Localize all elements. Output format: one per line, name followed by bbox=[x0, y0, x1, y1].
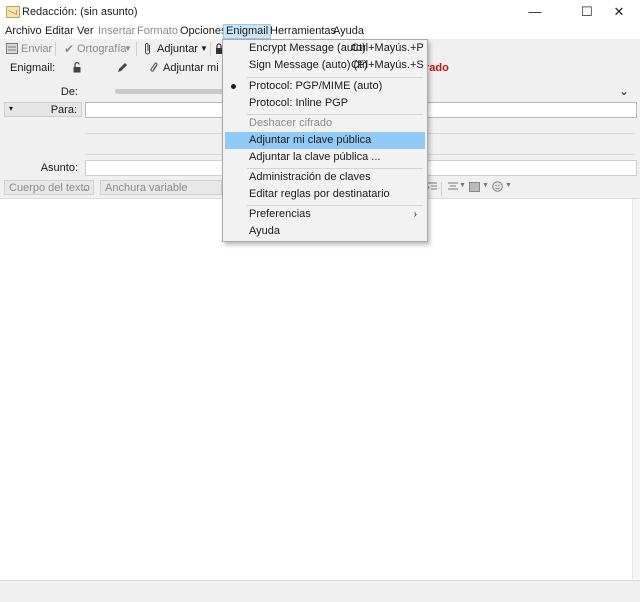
menu-item-label: Administración de claves bbox=[249, 171, 371, 183]
paragraph-style-select[interactable]: Cuerpo del texto ⌄ bbox=[4, 180, 94, 195]
menu-item-label: Protocol: PGP/MIME (auto) bbox=[249, 80, 383, 92]
menu-item-help[interactable]: Ayuda bbox=[223, 223, 427, 240]
menu-item-shortcut: Ctrl+Mayús.+P bbox=[351, 42, 424, 54]
menu-item-label: Ayuda bbox=[249, 225, 280, 237]
align-dropdown-icon[interactable]: ▼ bbox=[459, 182, 466, 189]
compose-app-icon bbox=[6, 6, 20, 18]
enigmail-status: rado bbox=[425, 62, 449, 74]
smiley-icon[interactable] bbox=[492, 181, 503, 192]
menu-item-label: Protocol: Inline PGP bbox=[249, 97, 349, 109]
menu-archivo[interactable]: Archivo bbox=[3, 25, 44, 38]
recipient-type-dropdown[interactable]: ▾ Para: bbox=[4, 102, 82, 117]
toolbar-separator bbox=[55, 42, 56, 56]
format-separator bbox=[441, 182, 442, 196]
font-select[interactable]: Anchura variable bbox=[100, 180, 222, 195]
menu-item-label: Deshacer cifrado bbox=[249, 117, 333, 129]
menu-item-protocol-inline-pgp[interactable]: Protocol: Inline PGP bbox=[223, 95, 427, 112]
message-body-editor[interactable] bbox=[0, 199, 632, 579]
attach-button[interactable]: Adjuntar bbox=[157, 41, 198, 57]
check-icon: ✔ bbox=[64, 42, 75, 56]
menu-item-encrypt-message[interactable]: Encrypt Message (auto) Ctrl+Mayús.+P bbox=[223, 40, 427, 57]
toolbar-separator bbox=[136, 42, 137, 56]
toolbar-separator bbox=[210, 42, 211, 56]
insert-dropdown-icon[interactable]: ▼ bbox=[482, 182, 489, 189]
pencil-icon[interactable] bbox=[117, 62, 128, 73]
menu-item-key-management[interactable]: Administración de claves bbox=[223, 169, 427, 186]
from-address-redacted bbox=[115, 89, 225, 94]
send-icon bbox=[6, 43, 18, 54]
insert-image-icon[interactable] bbox=[469, 182, 480, 192]
align-icon[interactable] bbox=[448, 182, 458, 192]
menu-item-label: Preferencias bbox=[249, 208, 311, 220]
menu-item-attach-public-key[interactable]: Adjuntar la clave pública ... bbox=[223, 149, 427, 166]
menu-item-shortcut: Ctrl+Mayús.+S bbox=[351, 59, 424, 71]
radio-bullet-icon bbox=[231, 84, 236, 89]
spelling-dropdown-icon[interactable]: ▼ bbox=[124, 41, 132, 57]
menu-item-label: Adjuntar mi clave pública bbox=[249, 134, 372, 146]
menu-opciones[interactable]: Opciones bbox=[178, 25, 228, 38]
attach-dropdown-icon[interactable]: ▼ bbox=[200, 41, 208, 57]
menu-enigmail[interactable]: Enigmail bbox=[223, 24, 272, 39]
send-button[interactable]: Enviar bbox=[21, 41, 52, 57]
menu-item-protocol-pgp-mime[interactable]: Protocol: PGP/MIME (auto) bbox=[223, 78, 427, 95]
smiley-dropdown-icon[interactable]: ▼ bbox=[505, 182, 512, 189]
enigmail-label: Enigmail: bbox=[10, 62, 56, 74]
enigmail-dropdown-menu: Encrypt Message (auto) Ctrl+Mayús.+P Sig… bbox=[222, 39, 428, 242]
menu-item-undo-encryption[interactable]: Deshacer cifrado bbox=[223, 115, 427, 132]
menu-item-label: Encrypt Message (auto) bbox=[249, 42, 366, 54]
submenu-arrow-icon: › bbox=[413, 209, 417, 220]
menu-herramientas[interactable]: Herramientas bbox=[268, 25, 338, 38]
menu-item-attach-my-public-key[interactable]: Adjuntar mi clave pública bbox=[225, 132, 425, 149]
chevron-down-icon[interactable]: ⌄ bbox=[619, 84, 629, 98]
paperclip-icon bbox=[150, 62, 160, 74]
menu-formato[interactable]: Formato bbox=[135, 25, 180, 38]
dropdown-arrow-icon: ▾ bbox=[9, 104, 14, 113]
font-value: Anchura variable bbox=[105, 182, 188, 194]
menu-item-label: Editar reglas por destinatario bbox=[249, 188, 390, 200]
subject-label: Asunto: bbox=[40, 162, 78, 174]
unlocked-icon[interactable] bbox=[73, 62, 82, 73]
menu-item-label: Adjuntar la clave pública ... bbox=[249, 151, 381, 163]
from-label: De: bbox=[60, 86, 78, 98]
menu-item-label: Sign Message (auto) (F) bbox=[249, 59, 368, 71]
close-button[interactable]: ✕ bbox=[598, 0, 640, 24]
recipient-type-label: Para: bbox=[50, 104, 77, 116]
indent-icon[interactable] bbox=[427, 182, 437, 192]
title-bar: Redacción: (sin asunto) — ☐ ✕ bbox=[0, 0, 640, 24]
status-bar bbox=[0, 580, 640, 602]
spelling-button[interactable]: Ortografía bbox=[77, 41, 127, 57]
paragraph-style-value: Cuerpo del texto bbox=[9, 182, 90, 194]
menu-item-edit-recipient-rules[interactable]: Editar reglas por destinatario bbox=[223, 186, 427, 203]
menu-ayuda[interactable]: Ayuda bbox=[331, 25, 366, 38]
vertical-scrollbar[interactable] bbox=[632, 199, 640, 579]
chevron-down-icon: ⌄ bbox=[81, 183, 89, 193]
window-title: Redacción: (sin asunto) bbox=[22, 6, 138, 18]
menu-item-sign-message[interactable]: Sign Message (auto) (F) Ctrl+Mayús.+S bbox=[223, 57, 427, 74]
paperclip-icon bbox=[144, 42, 152, 55]
menu-ver[interactable]: Ver bbox=[75, 25, 96, 38]
menu-item-preferences[interactable]: Preferencias › bbox=[223, 206, 427, 223]
menu-bar: Archivo Editar Ver Insertar Formato Opci… bbox=[0, 24, 640, 39]
menu-insertar[interactable]: Insertar bbox=[96, 25, 137, 38]
menu-editar[interactable]: Editar bbox=[43, 25, 76, 38]
minimize-button[interactable]: — bbox=[514, 0, 556, 24]
